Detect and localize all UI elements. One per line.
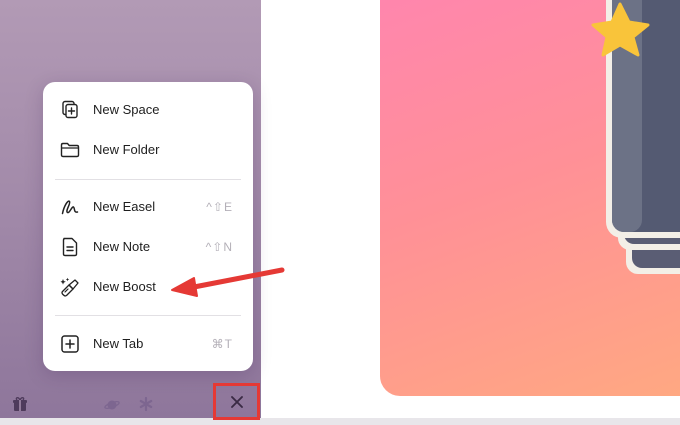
menu-item-label: New Folder — [93, 142, 160, 157]
menu-separator — [55, 179, 241, 180]
menu-item-label: New Boost — [93, 279, 156, 294]
note-icon — [62, 237, 78, 257]
asterisk-icon[interactable] — [138, 396, 154, 412]
annotation-arrow — [171, 267, 285, 297]
menu-item-new-space[interactable]: New Space — [43, 93, 253, 127]
menu-item-new-easel[interactable]: New Easel ^⇧E — [43, 190, 253, 224]
close-icon[interactable] — [229, 394, 245, 410]
menu-item-shortcut: ^⇧E — [206, 200, 233, 214]
menu-separator — [55, 315, 241, 316]
menu-item-new-note[interactable]: New Note ^⇧N — [43, 230, 253, 264]
plus-square-icon — [61, 335, 79, 353]
menu-item-label: New Note — [93, 239, 151, 254]
background-artwork — [380, 0, 680, 396]
new-item-menu: New Space New Folder New Easel ^⇧E New N… — [43, 82, 253, 371]
new-space-icon — [62, 100, 78, 119]
gift-icon[interactable] — [12, 396, 28, 412]
boost-wand-icon — [60, 277, 79, 297]
menu-item-label: New Easel — [93, 199, 156, 214]
close-button-highlight — [213, 383, 260, 420]
window-bottom-edge — [0, 418, 680, 425]
easel-squiggle-icon — [61, 200, 79, 215]
menu-item-new-folder[interactable]: New Folder — [43, 133, 253, 167]
menu-item-shortcut: ⌘T — [211, 337, 233, 351]
menu-item-new-tab[interactable]: New Tab ⌘T — [43, 327, 253, 361]
menu-item-label: New Tab — [93, 336, 144, 351]
menu-item-label: New Space — [93, 102, 160, 117]
menu-item-shortcut: ^⇧N — [205, 240, 233, 254]
planet-icon[interactable] — [104, 397, 120, 413]
folder-icon — [60, 142, 80, 158]
art-illustration — [591, 0, 680, 274]
